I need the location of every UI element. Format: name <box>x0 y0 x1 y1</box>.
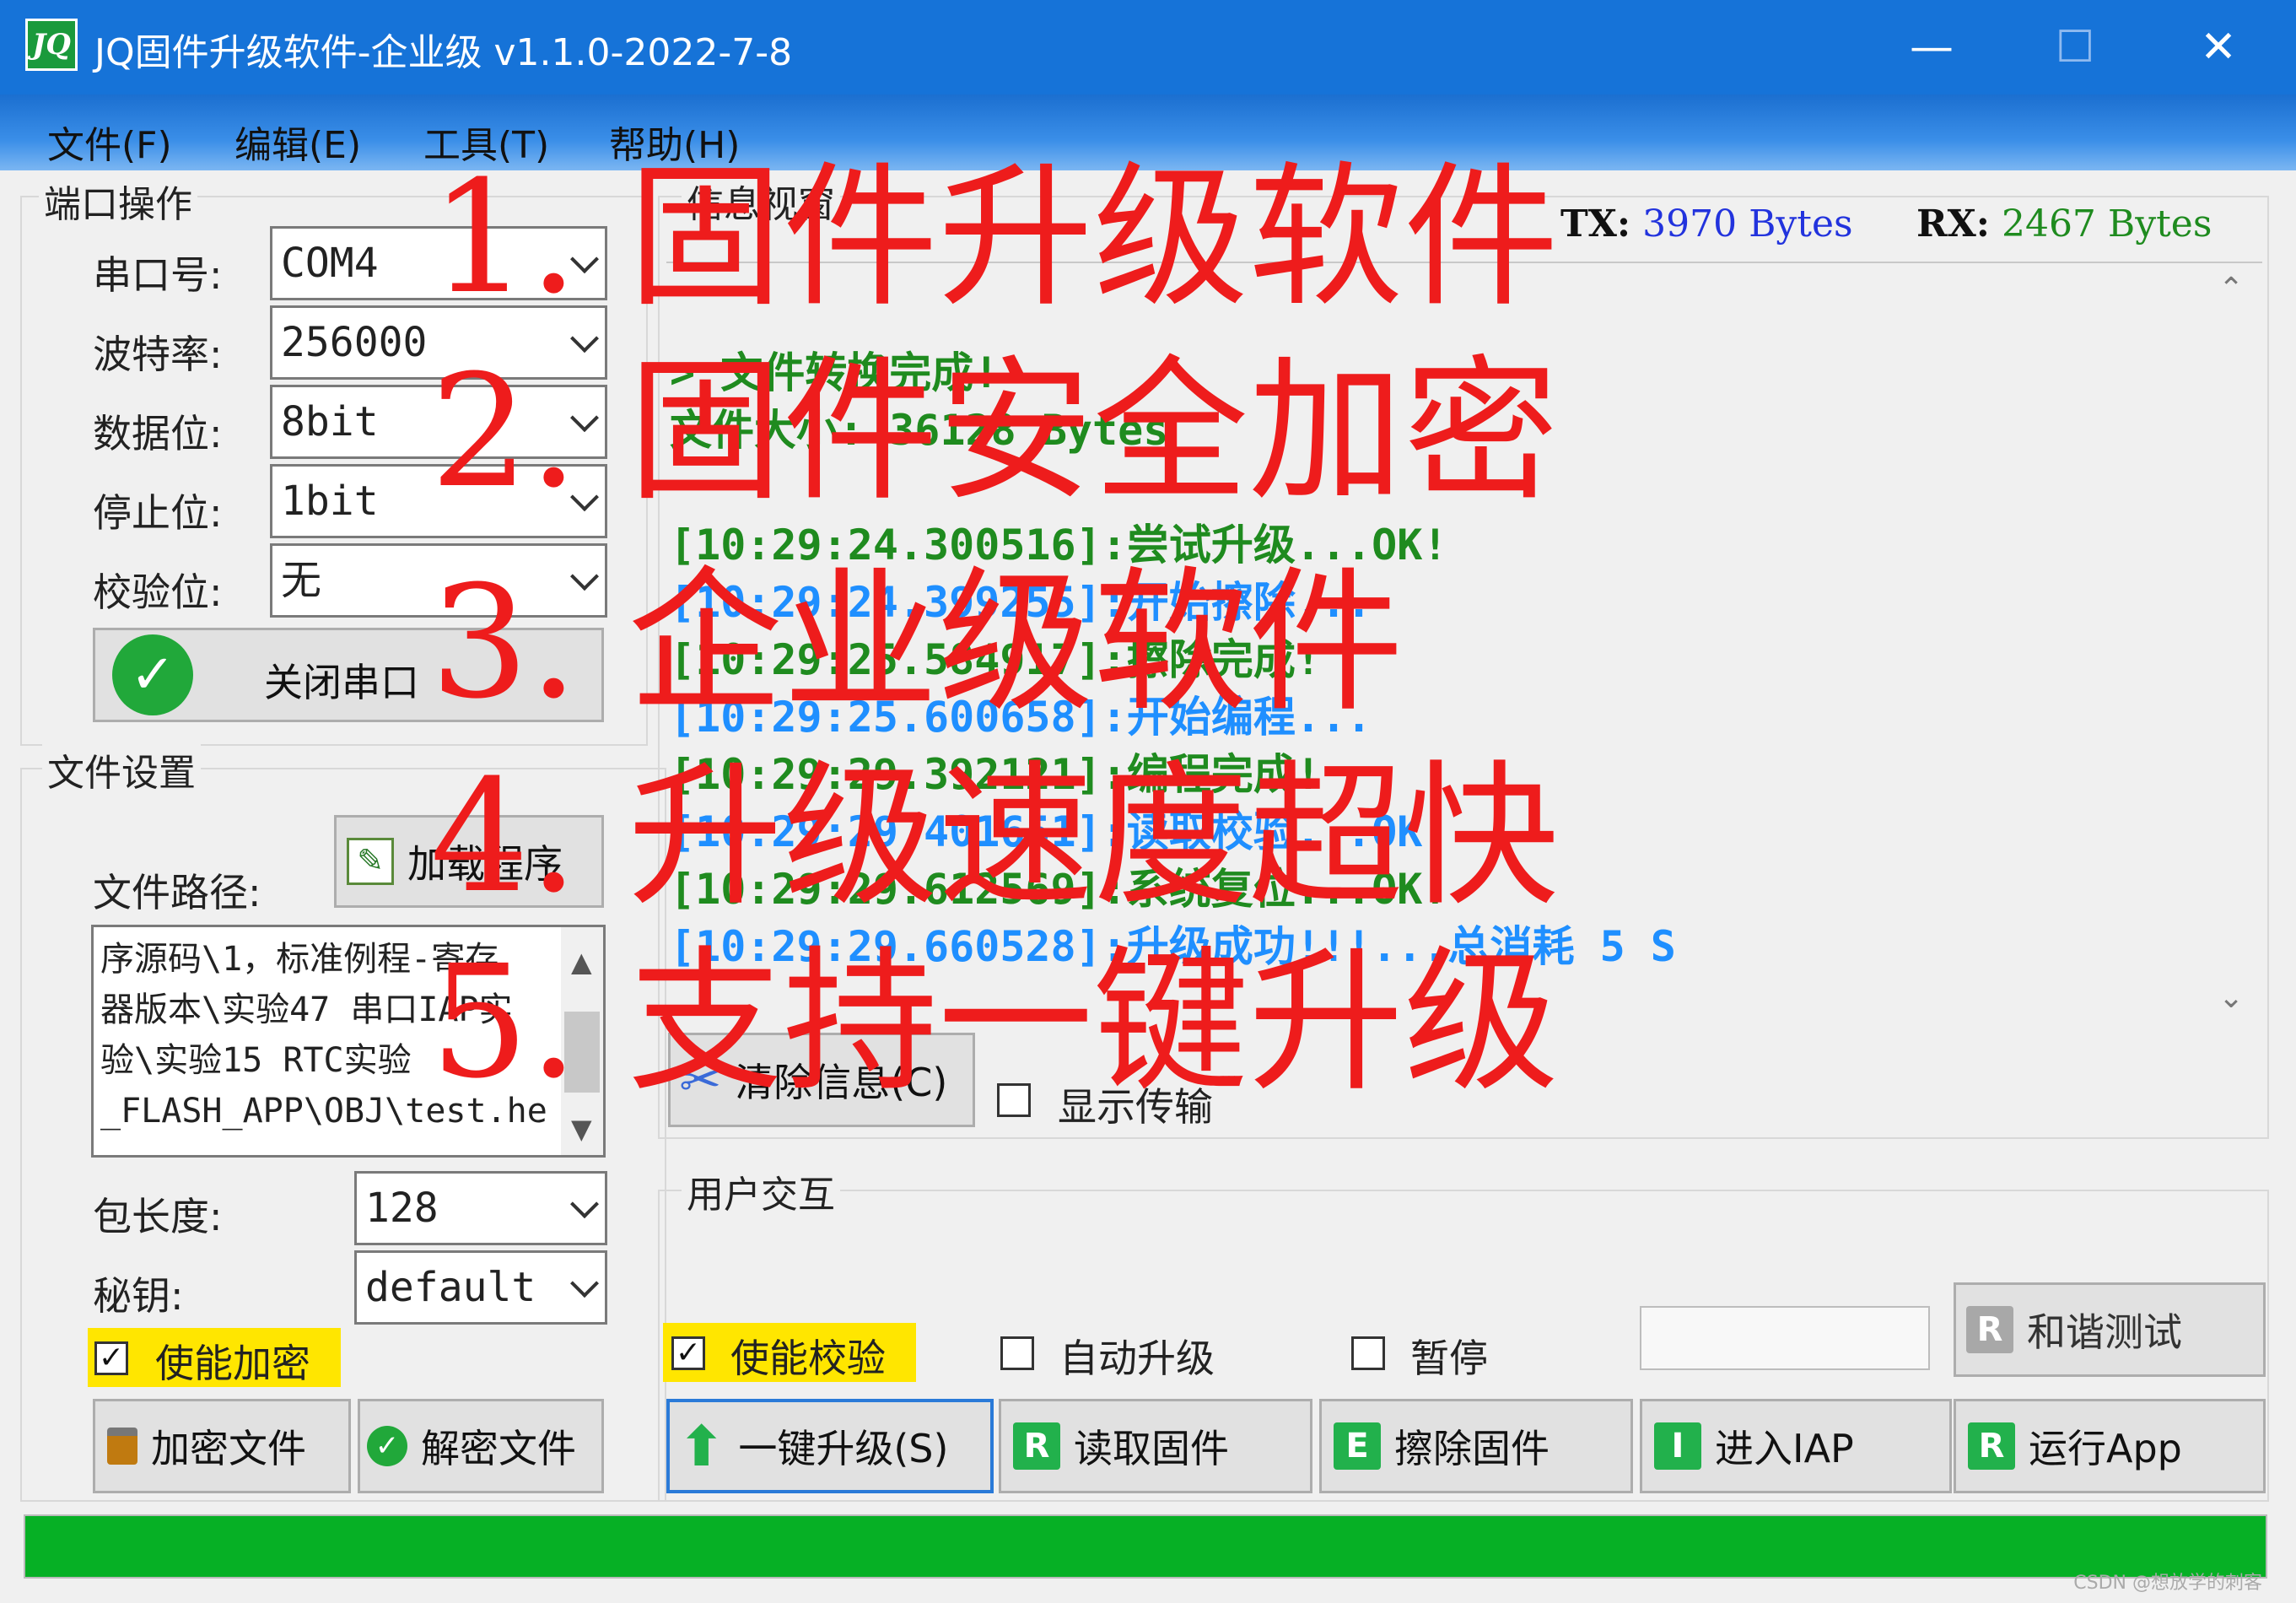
harmony-test-button[interactable]: R 和谐测试 <box>1954 1282 2266 1377</box>
enter-iap-label: 进入IAP <box>1715 1426 1854 1471</box>
pause-label: 暂停 <box>1410 1336 1488 1381</box>
encrypt-file-button[interactable]: 加密文件 <box>93 1399 351 1493</box>
chevron-down-icon <box>570 1269 599 1298</box>
packet-length-label: 包长度: <box>93 1194 223 1239</box>
encrypt-file-label: 加密文件 <box>151 1426 306 1471</box>
check-circle-icon: ✓ <box>112 634 193 715</box>
arrow-up-icon: ⬆ <box>678 1413 725 1479</box>
enable-verify-checkbox[interactable]: ✓ <box>671 1336 705 1370</box>
minimize-button[interactable]: — <box>1864 0 1999 94</box>
app-logo-icon: JQ <box>25 19 78 71</box>
tx-value: 3970 Bytes <box>1642 202 1853 246</box>
close-button[interactable]: ✕ <box>2151 0 2286 94</box>
i-icon: I <box>1654 1422 1701 1470</box>
e-icon: E <box>1334 1422 1381 1470</box>
file-path-label: 文件路径: <box>93 870 261 915</box>
close-port-label: 关闭串口 <box>264 660 419 705</box>
lock-icon <box>107 1428 137 1465</box>
key-value: default <box>365 1264 536 1311</box>
pause-checkbox[interactable] <box>1351 1336 1385 1370</box>
overlay-feature-1: 1. 固件升级软件 <box>430 148 1560 328</box>
enable-encrypt-checkbox[interactable]: ✓ <box>94 1341 128 1375</box>
window-title: JQ固件升级软件-企业级 v1.1.0-2022-7-8 <box>94 31 793 74</box>
maximize-button[interactable]: ☐ <box>2008 0 2142 94</box>
rx-counter: RX: 2467 Bytes <box>1916 202 2212 246</box>
log-scrollbar[interactable]: ⌃ ⌄ <box>2202 263 2262 1028</box>
erase-firmware-button[interactable]: E 擦除固件 <box>1319 1399 1633 1493</box>
rx-value: 2467 Bytes <box>2001 202 2212 246</box>
run-app-label: 运行App <box>2029 1426 2182 1471</box>
data-bits-value: 8bit <box>281 398 379 445</box>
stop-bits-label: 停止位: <box>93 490 223 536</box>
data-bits-label: 数据位: <box>93 411 223 456</box>
com-port-label: 串口号: <box>93 252 223 298</box>
input-field[interactable] <box>1640 1306 1930 1370</box>
run-app-button[interactable]: R 运行App <box>1954 1399 2266 1493</box>
r-icon: R <box>1966 1306 2013 1353</box>
r-icon: R <box>1968 1422 2015 1470</box>
user-group-title: 用户交互 <box>682 1164 840 1218</box>
com-port-value: COM4 <box>281 240 379 287</box>
tx-label: TX: <box>1560 202 1631 246</box>
read-firmware-label: 读取固件 <box>1074 1426 1229 1471</box>
baud-rate-label: 波特率: <box>93 332 223 377</box>
packet-length-value: 128 <box>365 1185 439 1232</box>
chevron-down-icon <box>570 1190 599 1219</box>
enable-encrypt-label: 使能加密 <box>155 1341 310 1386</box>
auto-upgrade-checkbox[interactable] <box>1000 1336 1034 1370</box>
overlay-feature-4: 4. 升级速度超快 <box>430 747 1560 927</box>
parity-value: 无 <box>281 557 322 604</box>
progress-bar <box>24 1514 2267 1579</box>
scroll-up-icon[interactable]: ⌃ <box>2218 272 2244 306</box>
overlay-feature-5: 5. 支持一键升级 <box>430 932 1560 1113</box>
erase-firmware-label: 擦除固件 <box>1394 1426 1550 1471</box>
decrypt-file-label: 解密文件 <box>421 1426 576 1471</box>
enter-iap-button[interactable]: I 进入IAP <box>1640 1399 1952 1493</box>
key-label: 秘钥: <box>93 1273 184 1319</box>
r-icon: R <box>1013 1422 1060 1470</box>
harmony-test-label: 和谐测试 <box>2027 1309 2182 1355</box>
check-circle-icon: ✓ <box>367 1426 407 1466</box>
enable-verify-label: 使能校验 <box>730 1336 886 1381</box>
stop-bits-value: 1bit <box>281 478 379 525</box>
title-bar[interactable]: JQ JQ固件升级软件-企业级 v1.1.0-2022-7-8 — ☐ ✕ <box>0 0 2296 94</box>
key-select[interactable]: default <box>354 1250 607 1325</box>
packet-length-select[interactable]: 128 <box>354 1171 607 1245</box>
file-group-title: 文件设置 <box>42 742 201 796</box>
port-group-title: 端口操作 <box>39 174 197 228</box>
baud-rate-value: 256000 <box>281 319 428 366</box>
watermark: CSDN @想放学的刺客 <box>2073 1573 2262 1594</box>
overlay-feature-2: 2. 固件安全加密 <box>430 342 1560 522</box>
one-key-upgrade-button[interactable]: ⬆ 一键升级(S) <box>666 1399 994 1493</box>
parity-label: 校验位: <box>93 569 223 615</box>
overlay-feature-3: 3. 企业级软件 <box>430 553 1404 733</box>
scroll-down-icon[interactable]: ▼ <box>571 1113 592 1145</box>
tx-counter: TX: 3970 Bytes <box>1560 202 1853 246</box>
read-firmware-button[interactable]: R 读取固件 <box>999 1399 1312 1493</box>
edit-document-icon: ✎ <box>347 838 394 885</box>
decrypt-file-button[interactable]: ✓ 解密文件 <box>358 1399 604 1493</box>
one-key-upgrade-label: 一键升级(S) <box>738 1426 949 1471</box>
auto-upgrade-label: 自动升级 <box>1059 1336 1215 1381</box>
rx-label: RX: <box>1916 202 1990 246</box>
scroll-down-icon[interactable]: ⌄ <box>2218 980 2244 1015</box>
menu-file[interactable]: 文件(F) <box>47 115 172 169</box>
menu-edit[interactable]: 编辑(E) <box>234 115 361 169</box>
